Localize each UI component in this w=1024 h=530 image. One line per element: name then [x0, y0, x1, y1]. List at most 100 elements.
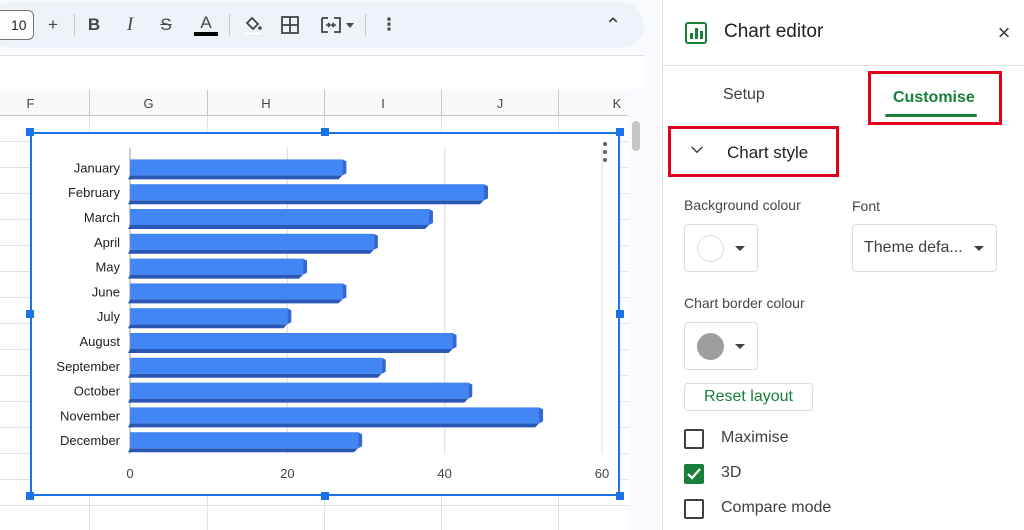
- font-dropdown[interactable]: Theme defa...: [852, 224, 997, 272]
- chart-border-colour-swatch: [697, 333, 724, 360]
- resize-handle-bottom-left[interactable]: [26, 492, 34, 500]
- bar: [130, 407, 540, 424]
- editor-tabs: Setup Customise: [663, 67, 1024, 125]
- chart-style-section-header[interactable]: Chart style: [668, 126, 839, 177]
- bar-end-face: [303, 258, 308, 275]
- vertical-scrollbar[interactable]: [628, 115, 644, 530]
- bar: [130, 233, 374, 250]
- y-tick-label: September: [56, 359, 120, 374]
- chevron-down-icon: [735, 344, 745, 349]
- font-dropdown-value: Theme defa...: [864, 239, 963, 256]
- y-tick-label: March: [84, 210, 120, 225]
- y-tick-label: November: [60, 408, 121, 423]
- borders-button[interactable]: [275, 10, 305, 40]
- 3d-checkbox[interactable]: [684, 464, 704, 484]
- bar-bottom-face: [128, 249, 374, 254]
- bar-end-face: [342, 159, 347, 176]
- close-icon[interactable]: ×: [993, 22, 1015, 44]
- toolbar-divider: [74, 14, 75, 36]
- chart-border-colour-picker[interactable]: [684, 322, 758, 370]
- bar-bottom-face: [128, 324, 288, 329]
- toolbar-divider: [229, 14, 230, 36]
- background-colour-label: Background colour: [684, 197, 801, 213]
- y-tick-label: January: [74, 160, 121, 175]
- chevron-down-icon: [346, 22, 354, 28]
- toolbar-divider: [365, 14, 366, 36]
- bar: [130, 258, 304, 275]
- bar-end-face: [287, 308, 292, 325]
- resize-handle-top[interactable]: [321, 128, 329, 136]
- tab-customise[interactable]: Customise: [868, 71, 1002, 125]
- y-tick-label: April: [94, 235, 120, 250]
- merge-cells-button[interactable]: [315, 10, 359, 40]
- bar-bottom-face: [128, 349, 453, 353]
- y-tick-label: May: [95, 260, 120, 275]
- chart-icon: [685, 22, 707, 44]
- font-label: Font: [852, 198, 881, 214]
- column-header-row: F G H I J K: [0, 90, 628, 116]
- maximise-label: Maximise: [721, 429, 789, 446]
- text-color-button[interactable]: A: [191, 10, 221, 40]
- collapse-toolbar-button[interactable]: ⌃: [598, 10, 628, 40]
- column-header-j[interactable]: J: [442, 90, 559, 116]
- resize-handle-bottom-right[interactable]: [616, 492, 624, 500]
- column-header-g[interactable]: G: [90, 90, 208, 116]
- check-icon: [687, 468, 701, 480]
- column-header-h[interactable]: H: [208, 90, 325, 116]
- bar-end-face: [428, 209, 433, 225]
- x-tick-label: 60: [595, 466, 609, 481]
- resize-handle-left[interactable]: [26, 310, 34, 318]
- reset-layout-button[interactable]: Reset layout: [684, 383, 813, 411]
- chevron-down-icon: [691, 146, 703, 154]
- compare-mode-label: Compare mode: [721, 499, 832, 516]
- italic-button[interactable]: I: [115, 10, 145, 40]
- dot: [603, 142, 607, 146]
- resize-handle-top-left[interactable]: [26, 128, 34, 136]
- bar: [130, 333, 453, 349]
- bar-bottom-face: [128, 398, 469, 403]
- y-tick-label: June: [92, 284, 120, 299]
- increase-font-size-button[interactable]: +: [38, 10, 68, 40]
- column-header-k[interactable]: K: [559, 90, 660, 116]
- bar-chart[interactable]: 0 20 40 60 January February March April May June J…: [30, 132, 620, 496]
- dot: [603, 158, 607, 162]
- bar-bottom-face: [128, 200, 484, 205]
- bar-end-face: [342, 283, 347, 300]
- bar: [130, 209, 429, 225]
- y-tick-label: August: [80, 334, 121, 349]
- scrollbar-thumb[interactable]: [632, 121, 640, 151]
- maximise-checkbox[interactable]: [684, 429, 704, 449]
- chart-menu-button[interactable]: [600, 140, 610, 164]
- chart-border-colour-label: Chart border colour: [684, 295, 805, 311]
- fill-color-button[interactable]: [238, 10, 268, 40]
- strikethrough-button[interactable]: S: [151, 10, 181, 40]
- active-tab-indicator: [885, 114, 977, 117]
- more-options-button[interactable]: ⋮: [374, 10, 404, 40]
- compare-mode-checkbox[interactable]: [684, 499, 704, 519]
- formula-bar[interactable]: [0, 55, 644, 89]
- bar-bottom-face: [128, 299, 343, 304]
- bar: [130, 308, 288, 325]
- bar: [130, 283, 343, 300]
- column-header-f[interactable]: F: [0, 90, 90, 116]
- font-size-input[interactable]: 10: [0, 10, 34, 40]
- y-tick-label: February: [68, 185, 121, 200]
- bar-end-face: [539, 407, 544, 424]
- column-header-i[interactable]: I: [325, 90, 442, 116]
- y-tick-label: December: [60, 433, 121, 448]
- resize-handle-right[interactable]: [616, 310, 624, 318]
- x-tick-label: 20: [280, 466, 294, 481]
- text-color-bar: [194, 31, 218, 36]
- chart-style-title: Chart style: [727, 143, 809, 162]
- resize-handle-top-right[interactable]: [616, 128, 624, 136]
- y-tick-label: October: [74, 384, 121, 399]
- chevron-down-icon: [974, 246, 984, 251]
- bar-end-face: [484, 184, 488, 201]
- y-tick-label: July: [97, 309, 121, 324]
- grid-line: [0, 505, 628, 506]
- background-colour-picker[interactable]: [684, 224, 758, 272]
- resize-handle-bottom[interactable]: [321, 492, 329, 500]
- bold-button[interactable]: B: [79, 10, 109, 40]
- tab-setup[interactable]: Setup: [723, 86, 765, 104]
- bar-bottom-face: [128, 423, 540, 428]
